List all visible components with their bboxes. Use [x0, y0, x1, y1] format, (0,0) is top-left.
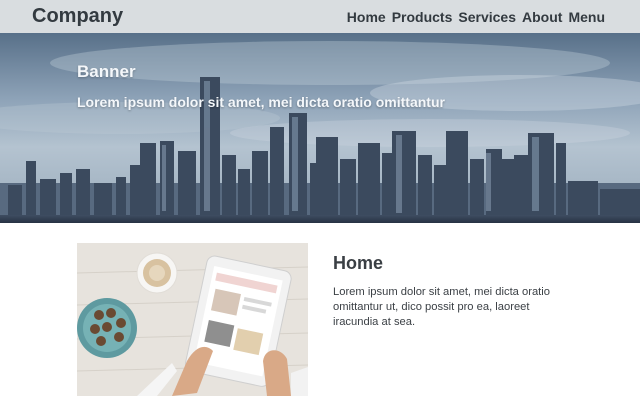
site-logo[interactable]: Company	[32, 5, 123, 28]
nav-menu-link[interactable]: Menu	[568, 9, 605, 25]
tablet-coffee-photo	[77, 243, 308, 396]
site-header: Company Home Products Services About Men…	[0, 0, 640, 33]
section-title: Home	[333, 253, 384, 273]
nav-products-link[interactable]: Products	[392, 9, 453, 25]
main-nav: Home Products Services About Menu	[341, 9, 605, 25]
nav-home-link[interactable]: Home	[347, 9, 386, 25]
nav-services-link[interactable]: Services	[458, 9, 516, 25]
nav-about-link[interactable]: About	[522, 9, 562, 25]
banner-subtitle: Lorem ipsum dolor sit amet, mei dicta or…	[77, 94, 445, 110]
page: Company Home Products Services About Men…	[0, 0, 640, 414]
hero-banner: Banner Lorem ipsum dolor sit amet, mei d…	[0, 33, 640, 223]
banner-title: Banner	[77, 62, 136, 81]
section-text: Lorem ipsum dolor sit amet, mei dicta or…	[333, 286, 550, 328]
